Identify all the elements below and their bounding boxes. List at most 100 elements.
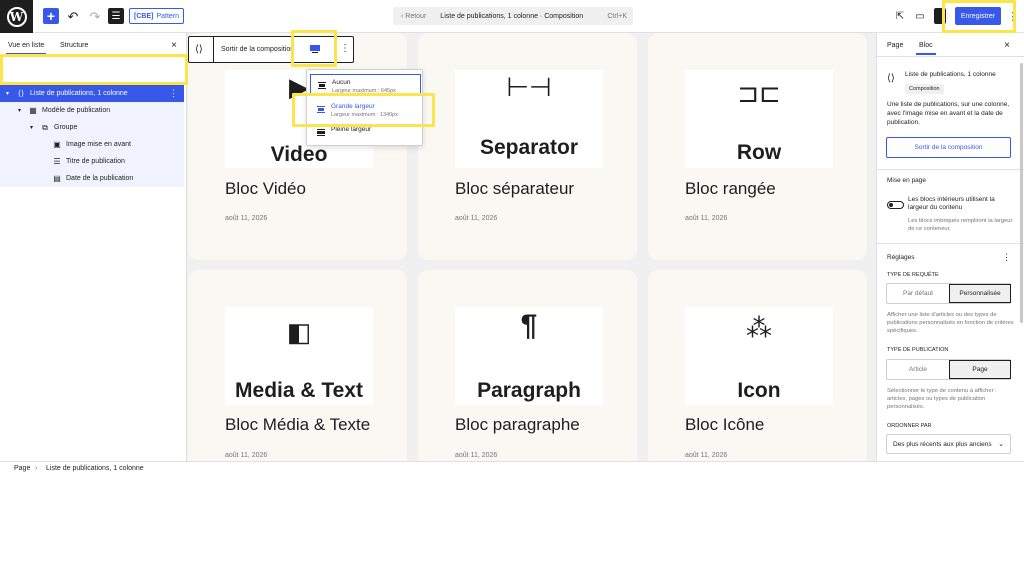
tab-page[interactable]: Page: [887, 42, 903, 49]
options-button[interactable]: ⋮: [1008, 9, 1019, 23]
post-type-article-option[interactable]: Article: [887, 360, 949, 379]
tree-item-post-template[interactable]: ▾ ▦ Modèle de publication: [0, 102, 184, 119]
separator-icon: ⊢⊣: [506, 72, 552, 102]
featured-image[interactable]: ⊢⊣ Separator: [455, 70, 603, 168]
query-default-option[interactable]: Par défaut: [887, 284, 949, 303]
close-list-view-button[interactable]: ×: [171, 40, 177, 51]
toolbar-divider: [213, 37, 214, 62]
block-card-title: Liste de publications, 1 colonne: [905, 71, 996, 78]
block-card-description: Une liste de publications, sur une colon…: [887, 101, 1010, 126]
alignment-dropdown: Aucun Largeur maximum : 645px Grande lar…: [306, 69, 423, 146]
exit-pattern-sidebar-button[interactable]: Sortir de la composition: [886, 137, 1011, 158]
sidebar-scrollbar[interactable]: [1020, 63, 1023, 323]
tab-list-view[interactable]: Vue en liste: [5, 42, 47, 55]
settings-toggle-button[interactable]: [934, 8, 946, 24]
tree-item-label: Date de la publication: [66, 175, 134, 182]
chevron-down-icon[interactable]: ▾: [6, 90, 14, 97]
post-type-page-option[interactable]: Page: [949, 360, 1011, 379]
post-title[interactable]: Bloc séparateur: [455, 179, 574, 199]
select-parent-icon[interactable]: ⟨⟩: [195, 44, 203, 55]
save-button[interactable]: Enregistrer: [955, 7, 1001, 25]
post-template-icon: ▦: [29, 106, 37, 115]
back-button[interactable]: ‹ Retour: [401, 13, 426, 20]
post-title[interactable]: Bloc Vidéo: [225, 179, 306, 199]
tree-item-label: Image mise en avant: [66, 141, 131, 148]
close-settings-button[interactable]: ×: [1004, 40, 1010, 51]
kebab-icon[interactable]: ⋮: [1002, 252, 1011, 263]
view-external-button[interactable]: ⇱: [894, 9, 906, 23]
block-inserter-button[interactable]: +: [43, 8, 59, 24]
panel-divider: [877, 169, 1024, 170]
redo-button[interactable]: ↷: [88, 7, 102, 26]
document-bar[interactable]: ‹ Retour Liste de publications, 1 colonn…: [393, 7, 633, 25]
external-link-icon: ⇱: [895, 10, 905, 22]
editor-canvas[interactable]: ▶ Video Bloc Vidéo août 11, 2026 ⊢⊣ Sepa…: [187, 33, 876, 461]
post-title[interactable]: Bloc Média & Texte: [225, 415, 370, 435]
tab-outline[interactable]: Structure: [60, 42, 88, 49]
list-view-button[interactable]: ☰: [108, 8, 124, 24]
featured-image[interactable]: ◧ Media & Text: [225, 307, 373, 405]
order-by-select[interactable]: Des plus récents aux plus anciens ⌄: [886, 434, 1011, 454]
post-card[interactable]: ¶ Paragraph Bloc paragraphe août 11, 202…: [418, 270, 637, 461]
query-custom-option[interactable]: Personnalisée: [949, 284, 1011, 303]
tree-item-post-title[interactable]: ☰ Titre de publication: [0, 153, 184, 170]
post-card[interactable]: ⊢⊣ Separator Bloc séparateur août 11, 20…: [418, 33, 637, 260]
post-date: août 11, 2026: [455, 452, 498, 459]
chevron-down-icon[interactable]: ▾: [18, 107, 26, 114]
toolbar-divider: [293, 37, 294, 62]
breadcrumb-current[interactable]: Liste de publications, 1 colonne: [46, 465, 144, 472]
query-type-help: Afficher une liste d'articles ou des typ…: [887, 312, 1014, 334]
post-card[interactable]: ⁂ Icon Bloc Icône août 11, 2026: [648, 270, 867, 461]
tab-block[interactable]: Bloc: [916, 42, 936, 55]
featured-image[interactable]: ⁂ Icon: [685, 307, 833, 405]
media-text-icon: ◧: [286, 317, 312, 347]
panel-divider: [877, 243, 1024, 244]
order-by-label: ORDONNER PAR: [887, 423, 932, 429]
align-wide-icon: [317, 106, 325, 114]
post-date: août 11, 2026: [685, 452, 728, 459]
block-options-icon[interactable]: ⋮: [340, 43, 350, 54]
group-icon: ⧉: [42, 122, 48, 132]
alignment-icon[interactable]: [310, 45, 320, 54]
align-full-icon: [317, 129, 325, 137]
block-options-icon[interactable]: ⋮: [169, 88, 178, 99]
featured-image-icon: ▣: [53, 140, 61, 149]
list-view-icon: ☰: [111, 10, 121, 22]
post-card[interactable]: ⊐⊏ Row Bloc rangée août 11, 2026: [648, 33, 867, 260]
tree-item-label: Liste de publications, 1 colonne: [30, 90, 128, 97]
post-type-toggle: Article Page: [886, 359, 1011, 380]
post-title[interactable]: Bloc Icône: [685, 415, 764, 435]
align-none-icon: [318, 82, 326, 90]
tree-item-post-date[interactable]: ▤ Date de la publication: [0, 170, 184, 187]
order-by-value: Des plus récents aux plus anciens: [893, 440, 992, 448]
tree-item-featured-image[interactable]: ▣ Image mise en avant: [0, 136, 184, 153]
settings-heading: Réglages: [887, 254, 915, 261]
pattern-button[interactable]: [CBE] Pattern: [129, 8, 185, 24]
chevron-down-icon[interactable]: ▾: [30, 124, 38, 131]
align-wide-option[interactable]: Grande largeur Largeur maximum : 1340px: [310, 99, 421, 121]
option-label: Aucun: [332, 79, 351, 86]
wordpress-logo-button[interactable]: W: [0, 0, 33, 33]
icon-block-icon: ⁂: [746, 313, 772, 343]
option-subtitle: Largeur maximum : 645px: [332, 88, 396, 94]
post-date: août 11, 2026: [455, 215, 498, 222]
tree-item-group[interactable]: ▾ ⧉ Groupe: [0, 119, 184, 136]
device-preview-button[interactable]: ▭: [914, 9, 926, 23]
align-none-option[interactable]: Aucun Largeur maximum : 645px: [310, 74, 421, 96]
featured-image[interactable]: ⊐⊏ Row: [685, 70, 833, 168]
post-card[interactable]: ▶ Video Bloc Vidéo août 11, 2026: [188, 33, 407, 260]
post-title[interactable]: Bloc paragraphe: [455, 415, 580, 435]
align-full-option[interactable]: Pleine largeur: [310, 122, 421, 144]
post-title[interactable]: Bloc rangée: [685, 179, 776, 199]
block-toolbar: ⟨⟩ Sortir de la composition ⋮: [188, 36, 354, 63]
layout-heading[interactable]: Mise en page: [887, 177, 926, 184]
featured-image[interactable]: ¶ Paragraph: [455, 307, 603, 405]
breadcrumb-page[interactable]: Page: [14, 465, 30, 472]
undo-button[interactable]: ↶: [66, 7, 80, 26]
tree-item-query-loop[interactable]: ▾ ⟨⟩ Liste de publications, 1 colonne ⋮: [0, 85, 184, 102]
inner-blocks-width-toggle[interactable]: [887, 201, 904, 209]
desktop-icon: ▭: [915, 10, 925, 22]
post-card[interactable]: ◧ Media & Text Bloc Média & Texte août 1…: [188, 270, 407, 461]
post-date: août 11, 2026: [225, 215, 268, 222]
exit-pattern-button[interactable]: Sortir de la composition: [221, 46, 294, 53]
